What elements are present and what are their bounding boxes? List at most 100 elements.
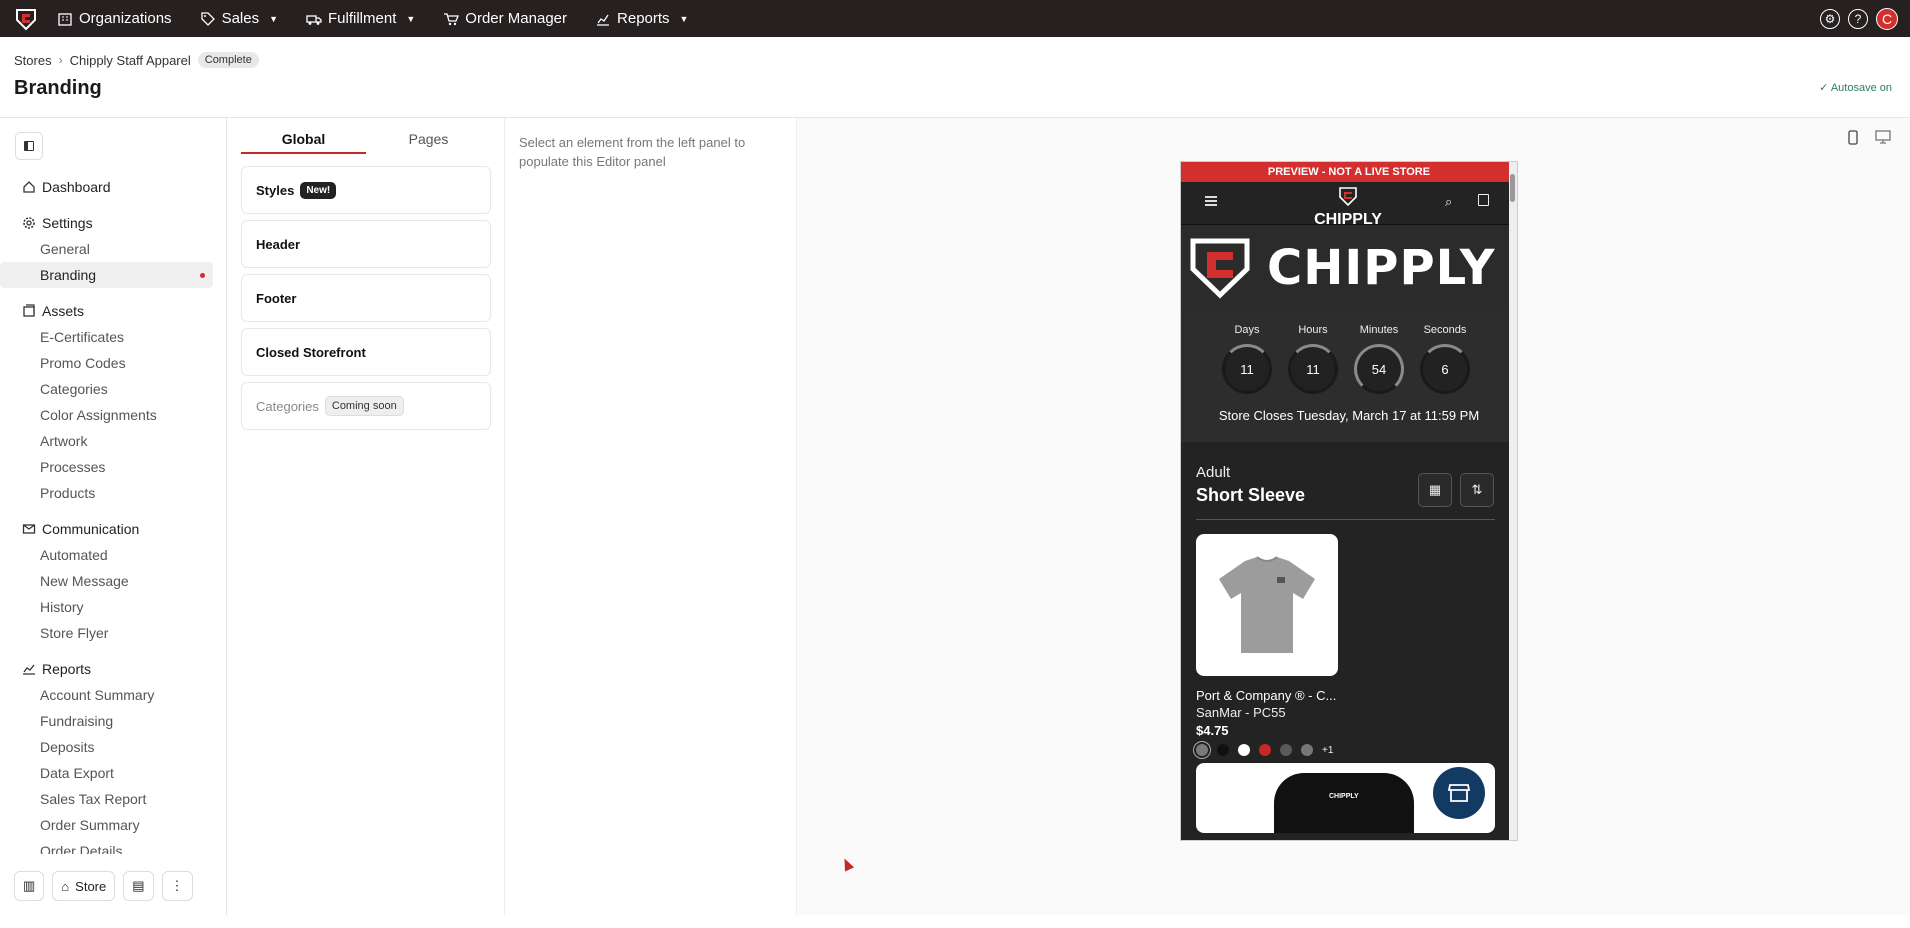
page-header: Stores › Chipply Staff Apparel Complete … (0, 37, 1910, 118)
countdown-days: Days 11 (1217, 324, 1277, 394)
sidebar-item-promo-codes[interactable]: Promo Codes (0, 350, 213, 376)
more-button[interactable]: ⋮ (161, 871, 193, 901)
sidebar-item-data-export[interactable]: Data Export (0, 760, 213, 786)
sidebar-item-branding[interactable]: Branding (0, 262, 213, 288)
sidebar-item-dashboard[interactable]: Dashboard (0, 174, 227, 200)
countdown-hours-value: 11 (1288, 344, 1338, 394)
countdown-seconds: Seconds 6 (1415, 324, 1475, 394)
unsaved-dot (200, 273, 205, 278)
tshirt-image (1219, 556, 1315, 653)
product-image[interactable] (1196, 534, 1338, 676)
sidebar-item-deposits[interactable]: Deposits (0, 734, 213, 760)
sidebar-item-new-message[interactable]: New Message (0, 568, 213, 594)
sidebar-item-label: Branding (40, 267, 97, 283)
product-name[interactable]: Port & Company ® - C... (1196, 688, 1336, 703)
swatch-black[interactable] (1217, 744, 1229, 756)
grid-icon: ▦ (1428, 482, 1442, 497)
swatch-white[interactable] (1238, 744, 1250, 756)
sidebar-item-order-summary[interactable]: Order Summary (0, 812, 213, 838)
sidebar-item-order-details[interactable]: Order Details (0, 838, 213, 854)
storefront-fab[interactable] (1433, 767, 1485, 819)
sidebar-nav: Dashboard Settings General Branding Asse… (0, 174, 227, 854)
black-tshirt-image: CHIPPLY (1274, 773, 1414, 833)
sidebar-section-settings[interactable]: Settings (0, 210, 227, 236)
countdown-seconds-value: 6 (1420, 344, 1470, 394)
preview-banner: PREVIEW - NOT A LIVE STORE (1181, 162, 1517, 182)
assets-icon (23, 304, 35, 317)
help-icon[interactable]: ? (1848, 9, 1868, 29)
chevron-down-icon: ▼ (406, 13, 416, 24)
chipply-logo-icon[interactable] (13, 6, 39, 32)
chevron-right-icon: › (58, 53, 63, 67)
hero-banner: CHIPPLY (1181, 224, 1517, 311)
sidebar-section-reports[interactable]: Reports (0, 656, 227, 682)
autosave-label: Autosave on (1830, 82, 1892, 94)
breadcrumb-store[interactable]: Chipply Staff Apparel (70, 53, 191, 68)
chipply-shield-icon (1339, 187, 1357, 207)
nav-organizations[interactable]: Organizations (57, 10, 172, 27)
sidebar-section-label: Communication (42, 521, 140, 537)
sidebar-item-sales-tax-report[interactable]: Sales Tax Report (0, 786, 213, 812)
sidebar-item-e-certificates[interactable]: E-Certificates (0, 324, 213, 350)
countdown-minutes-value: 54 (1354, 344, 1404, 394)
sidebar-section-assets[interactable]: Assets (0, 298, 227, 324)
closed-storefront-card[interactable]: Closed Storefront (241, 328, 491, 376)
store-icon: ⌂ (61, 878, 70, 894)
sidebar-item-history[interactable]: History (0, 594, 213, 620)
gear-icon[interactable]: ⚙ (1820, 9, 1840, 29)
shopping-bag-icon[interactable] (1478, 194, 1489, 206)
sidebar-item-fundraising[interactable]: Fundraising (0, 708, 213, 734)
grid-view-button[interactable]: ▦ (1418, 473, 1452, 507)
sidebar-item-artwork[interactable]: Artwork (0, 428, 213, 454)
sidebar-item-general[interactable]: General (0, 236, 213, 262)
more-swatches[interactable]: +1 (1322, 745, 1333, 756)
sidebar-item-categories[interactable]: Categories (0, 376, 213, 402)
countdown-hours-label: Hours (1298, 324, 1328, 336)
sidebar-section-communication[interactable]: Communication (0, 516, 227, 542)
swatch-gray[interactable] (1196, 744, 1208, 756)
countdown-days-value: 11 (1222, 344, 1272, 394)
hamburger-icon[interactable] (1205, 196, 1217, 208)
store-logo[interactable]: CHIPPLY (1306, 185, 1390, 228)
preview-scrollbar[interactable] (1509, 162, 1517, 840)
collapse-sidebar-button[interactable] (15, 132, 43, 160)
nav-sales[interactable]: Sales ▼ (200, 10, 278, 27)
sort-button[interactable]: ⇅ (1460, 473, 1494, 507)
styles-card[interactable]: Styles New! (241, 166, 491, 214)
header-card[interactable]: Header (241, 220, 491, 268)
sidebar-item-processes[interactable]: Processes (0, 454, 213, 480)
swatch-charcoal[interactable] (1280, 744, 1292, 756)
storefront-button[interactable]: ▥ (14, 871, 45, 901)
card-label: Footer (256, 290, 297, 306)
sidebar-item-account-summary[interactable]: Account Summary (0, 682, 213, 708)
sidebar-item-store-flyer[interactable]: Store Flyer (0, 620, 213, 646)
sidebar-item-automated[interactable]: Automated (0, 542, 213, 568)
nav-order-manager[interactable]: Order Manager (443, 10, 567, 27)
sidebar-item-color-assignments[interactable]: Color Assignments (0, 402, 213, 428)
archive-button[interactable]: ▤ (123, 871, 154, 901)
view-toggle (1844, 128, 1892, 146)
nav-reports[interactable]: Reports ▼ (595, 10, 688, 27)
shirt-print: CHIPPLY (1329, 793, 1359, 800)
nav-fulfillment[interactable]: Fulfillment ▼ (306, 10, 415, 27)
mobile-view-icon[interactable] (1844, 128, 1862, 146)
gear-icon (23, 217, 35, 229)
desktop-view-icon[interactable] (1874, 128, 1892, 146)
mail-icon (22, 524, 36, 534)
panel-tabs: Global Pages (241, 126, 491, 154)
store-button[interactable]: ⌂ Store (52, 871, 116, 901)
tab-pages[interactable]: Pages (366, 126, 491, 154)
swatch-slate[interactable] (1301, 744, 1313, 756)
sidebar-item-products[interactable]: Products (0, 480, 213, 506)
avatar[interactable]: C (1876, 8, 1898, 30)
storefront-icon (1448, 784, 1470, 802)
footer-card[interactable]: Footer (241, 274, 491, 322)
tab-global[interactable]: Global (241, 126, 366, 154)
swatch-red[interactable] (1259, 744, 1271, 756)
countdown-hours: Hours 11 (1283, 324, 1343, 394)
chevron-down-icon: ▼ (269, 13, 279, 24)
countdown-minutes: Minutes 54 (1349, 324, 1409, 394)
search-icon[interactable]: ⌕ (1445, 194, 1452, 210)
building-icon (58, 12, 72, 26)
breadcrumb-stores[interactable]: Stores (14, 53, 52, 68)
